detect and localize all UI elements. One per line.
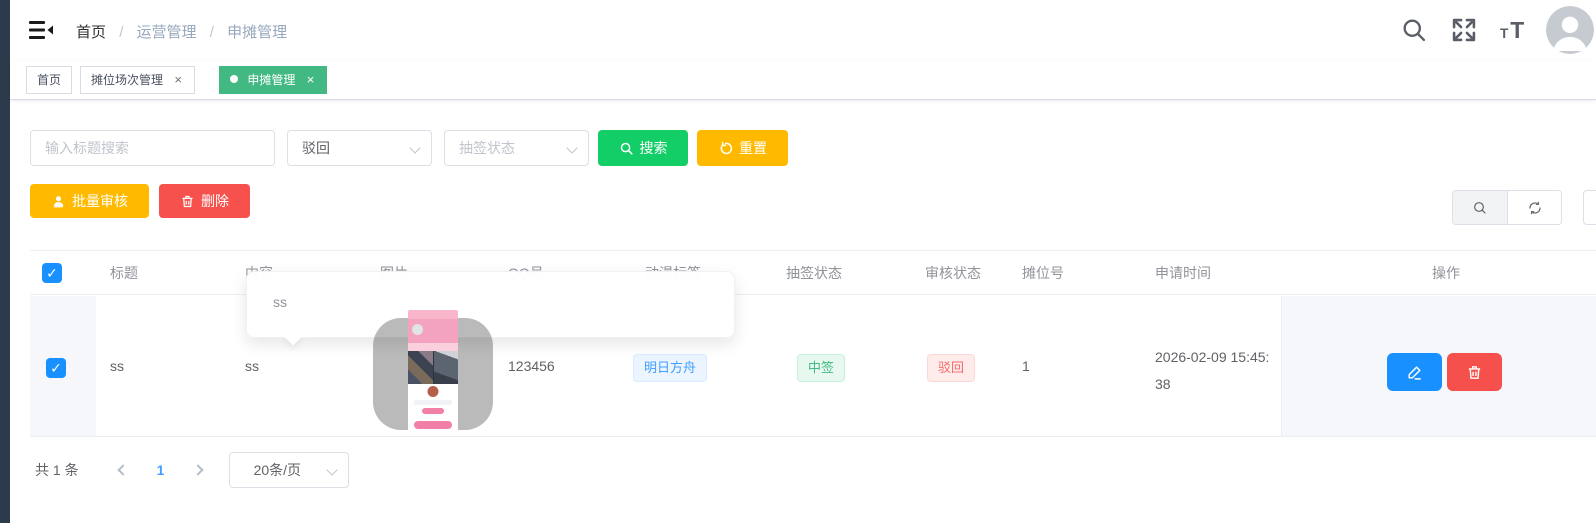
breadcrumb-item-home[interactable]: 首页 xyxy=(76,24,106,41)
audit-status-select[interactable]: 驳回 xyxy=(287,130,432,166)
tab-label: 摊位场次管理 xyxy=(91,73,163,87)
refresh-icon xyxy=(718,141,733,156)
chevron-down-icon xyxy=(566,142,577,153)
search-icon xyxy=(619,141,634,156)
edit-row-button[interactable] xyxy=(1387,353,1442,391)
content-tooltip: ss xyxy=(246,271,735,338)
cell-booth-no: 1 xyxy=(1022,358,1030,374)
trash-icon xyxy=(1466,364,1483,381)
prev-page-button[interactable] xyxy=(107,455,137,485)
breadcrumb-separator: / xyxy=(119,24,123,41)
table-toolbar xyxy=(1452,190,1562,225)
user-avatar[interactable] xyxy=(1546,6,1594,54)
cell-title: ss xyxy=(110,358,124,374)
pagination: 共 1 条 1 20条/页 xyxy=(35,452,349,488)
column-header-booth-no[interactable]: 摊位号 xyxy=(1022,263,1064,283)
batch-audit-button[interactable]: 批量审核 xyxy=(30,184,149,218)
cell-content[interactable]: ss xyxy=(245,358,259,374)
tooltip-text: ss xyxy=(273,294,287,310)
anime-tag-badge: 明日方舟 xyxy=(633,354,707,382)
tab-label: 申摊管理 xyxy=(247,73,295,87)
delete-button-label: 删除 xyxy=(201,191,229,211)
svg-text:T: T xyxy=(1500,26,1509,41)
header-search-icon[interactable] xyxy=(1400,16,1428,44)
close-icon[interactable]: × xyxy=(305,72,317,87)
select-all-checkbox[interactable]: ✓ xyxy=(42,263,62,283)
hamburger-icon[interactable] xyxy=(28,17,54,43)
tab-label: 首页 xyxy=(37,73,61,87)
thumb-photos xyxy=(408,351,458,384)
column-settings-button[interactable] xyxy=(1583,190,1596,225)
title-search-input[interactable] xyxy=(30,130,275,166)
breadcrumb-separator: / xyxy=(210,24,214,41)
current-page[interactable]: 1 xyxy=(145,462,177,478)
next-page-button[interactable] xyxy=(185,455,215,485)
top-navbar: 首页 / 运营管理 / 申摊管理 T T xyxy=(10,0,1596,60)
breadcrumb: 首页 / 运营管理 / 申摊管理 xyxy=(76,21,296,42)
reset-button-label: 重置 xyxy=(739,138,767,158)
select-value: 驳回 xyxy=(302,140,330,156)
cell-apply-time: 2026-02-09 15:45:38 xyxy=(1155,344,1271,398)
column-header-audit-status[interactable]: 审核状态 xyxy=(925,263,981,283)
cell-qq: 123456 xyxy=(508,358,555,374)
reset-button[interactable]: 重置 xyxy=(697,130,788,166)
column-header-actions[interactable]: 操作 xyxy=(1432,263,1460,283)
collapsed-sidebar[interactable] xyxy=(0,0,10,523)
toggle-search-icon[interactable] xyxy=(1453,191,1507,224)
search-button-label: 搜索 xyxy=(640,138,668,158)
trash-icon xyxy=(180,194,195,209)
column-header-apply-time[interactable]: 申请时间 xyxy=(1155,263,1211,283)
refresh-table-icon[interactable] xyxy=(1507,191,1561,224)
select-placeholder: 抽签状态 xyxy=(459,140,515,156)
pagination-total: 共 1 条 xyxy=(35,460,79,480)
chevron-down-icon xyxy=(326,464,337,475)
tab-home[interactable]: 首页 xyxy=(26,66,72,94)
batch-audit-label: 批量审核 xyxy=(72,191,128,211)
page-size-select[interactable]: 20条/页 xyxy=(229,452,349,488)
app-window: 首页 / 运营管理 / 申摊管理 T T xyxy=(0,0,1596,523)
thumb-strip xyxy=(408,343,458,351)
breadcrumb-item-operations: 运营管理 xyxy=(137,24,197,41)
tags-view-bar: 首页 摊位场次管理 × 申摊管理 × xyxy=(10,60,1596,100)
chevron-down-icon xyxy=(409,142,420,153)
close-icon[interactable]: × xyxy=(172,72,184,87)
delete-row-button[interactable] xyxy=(1447,353,1502,391)
thumb-card xyxy=(408,384,458,416)
thumb-statusbar xyxy=(408,310,458,319)
column-header-lottery-status[interactable]: 抽签状态 xyxy=(786,263,842,283)
delete-selected-button[interactable]: 删除 xyxy=(159,184,250,218)
tab-booth-apply-mgmt[interactable]: 申摊管理 × xyxy=(219,66,327,94)
svg-text:T: T xyxy=(1510,17,1524,43)
user-icon xyxy=(51,194,66,209)
breadcrumb-item-current: 申摊管理 xyxy=(227,24,287,41)
font-size-icon[interactable]: T T xyxy=(1500,16,1532,44)
audit-status-badge: 驳回 xyxy=(927,354,975,382)
page-size-value: 20条/页 xyxy=(254,462,301,478)
column-header-title[interactable]: 标题 xyxy=(110,263,138,283)
row-checkbox[interactable]: ✓ xyxy=(46,358,66,378)
fullscreen-icon[interactable] xyxy=(1450,16,1478,44)
active-tab-dot xyxy=(230,75,238,83)
lottery-status-select[interactable]: 抽签状态 xyxy=(444,130,589,166)
tab-booth-session-mgmt[interactable]: 摊位场次管理 × xyxy=(80,66,195,94)
search-button[interactable]: 搜索 xyxy=(598,130,688,166)
row-image-thumbnail[interactable] xyxy=(408,310,458,432)
thumb-profile-header xyxy=(408,319,458,343)
lottery-status-badge: 中签 xyxy=(797,354,845,382)
pencil-icon xyxy=(1406,364,1423,381)
thumb-footer xyxy=(408,416,458,432)
